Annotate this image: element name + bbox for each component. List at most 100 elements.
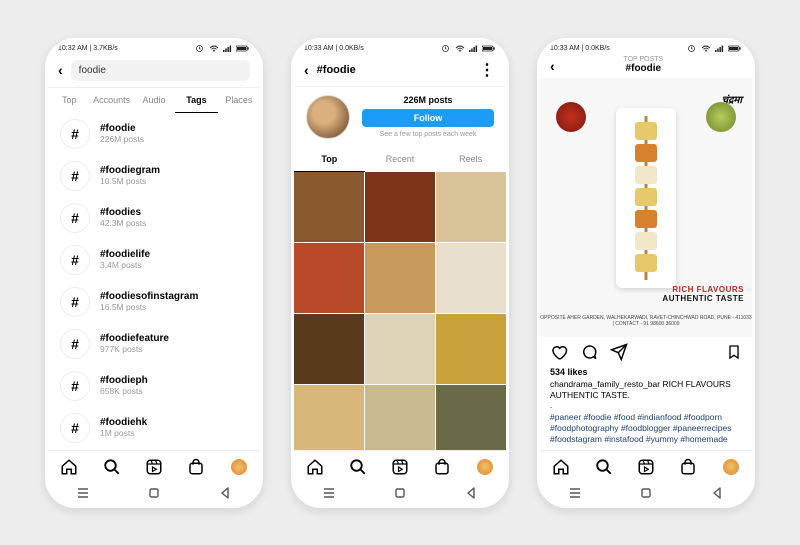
comment-icon[interactable]	[580, 343, 598, 361]
more-icon[interactable]: ⋮	[479, 60, 496, 80]
grid-cell[interactable]	[436, 385, 506, 450]
post-caption: chandrama_family_resto_bar RICH FLAVOURS…	[540, 377, 752, 401]
shop-icon[interactable]	[679, 458, 697, 476]
hash-icon: #	[60, 119, 90, 149]
hash-icon: #	[60, 287, 90, 317]
address-line: OPPOSITE AHER GARDEN, WALHEKARWADI, RAVE…	[540, 315, 752, 327]
page-title: #foodie	[555, 63, 732, 74]
status-bar: 10:33 AM | 0.0KB/s	[294, 41, 506, 54]
search-header: ‹	[48, 54, 260, 88]
wifi-icon	[209, 45, 219, 52]
search-icon[interactable]	[595, 458, 613, 476]
post-count: 226M posts	[403, 95, 452, 105]
grid-cell[interactable]	[365, 314, 435, 384]
bowl-green	[706, 102, 736, 132]
tag-count: 10.5M posts	[100, 176, 160, 186]
share-icon[interactable]	[610, 343, 628, 361]
profile-icon[interactable]	[230, 458, 248, 476]
sys-home-icon[interactable]	[639, 487, 653, 499]
bottom-nav	[540, 450, 752, 483]
profile-icon[interactable]	[722, 458, 740, 476]
list-item[interactable]: ##foodiefeature977K posts	[48, 323, 260, 365]
tag-name: #foodiegram	[100, 165, 160, 176]
shop-icon[interactable]	[433, 458, 451, 476]
sys-menu-icon[interactable]	[322, 487, 336, 499]
hash-icon: #	[60, 245, 90, 275]
list-item[interactable]: ##foodieph658K posts	[48, 365, 260, 407]
follow-button[interactable]: Follow	[362, 109, 494, 127]
reels-icon[interactable]	[637, 458, 655, 476]
phone-post: 10:33 AM | 0.0KB/s ‹ TOP POSTS #foodie	[537, 38, 755, 508]
reels-icon[interactable]	[391, 458, 409, 476]
top-posts-label: TOP POSTS	[555, 56, 732, 63]
hash-icon: #	[60, 329, 90, 359]
bottom-nav	[48, 450, 260, 483]
back-button[interactable]: ‹	[304, 62, 309, 78]
sys-menu-icon[interactable]	[76, 487, 90, 499]
reels-icon[interactable]	[145, 458, 163, 476]
tab-top[interactable]: Top	[294, 147, 365, 172]
grid-cell[interactable]	[436, 172, 506, 242]
grid-cell[interactable]	[365, 172, 435, 242]
tab-top[interactable]: Top	[48, 88, 90, 113]
tag-count: 977K posts	[100, 344, 169, 354]
grid-cell[interactable]	[294, 314, 364, 384]
search-input[interactable]	[71, 60, 250, 81]
back-button[interactable]: ‹	[58, 62, 63, 78]
grid-cell[interactable]	[294, 172, 364, 242]
slogan: RICH FLAVOURS AUTHENTIC TASTE	[662, 285, 744, 303]
grid-cell[interactable]	[365, 385, 435, 450]
search-icon[interactable]	[103, 458, 121, 476]
grid-cell[interactable]	[294, 243, 364, 313]
grid-cell[interactable]	[436, 314, 506, 384]
home-icon[interactable]	[60, 458, 78, 476]
status-bar: 10:33 AM | 0.0KB/s	[540, 41, 752, 54]
tag-name: #foodie	[100, 123, 144, 134]
tab-places[interactable]: Places	[218, 88, 260, 113]
home-icon[interactable]	[306, 458, 324, 476]
sys-menu-icon[interactable]	[568, 487, 582, 499]
grid-cell[interactable]	[365, 243, 435, 313]
list-item[interactable]: # #foodiegram10.5M posts	[48, 155, 260, 197]
tab-recent[interactable]: Recent	[365, 147, 436, 172]
grid-cell[interactable]	[294, 385, 364, 450]
bookmark-icon[interactable]	[726, 343, 742, 361]
list-item[interactable]: ##foodiesofinstagram16.5M posts	[48, 281, 260, 323]
system-nav	[48, 483, 260, 505]
status-time: 10:32 AM | 3.7KB/s	[58, 45, 118, 52]
sys-home-icon[interactable]	[393, 487, 407, 499]
list-item[interactable]: ##foodies42.3M posts	[48, 197, 260, 239]
hash-icon: #	[60, 161, 90, 191]
grid-cell[interactable]	[436, 243, 506, 313]
search-tabs: Top Accounts Audio Tags Places	[48, 88, 260, 113]
like-icon[interactable]	[550, 343, 568, 361]
status-icons	[442, 45, 496, 52]
list-item[interactable]: # #foodielife3.4M posts	[48, 239, 260, 281]
hashtag-tabs: Top Recent Reels	[294, 147, 506, 172]
sys-home-icon[interactable]	[147, 487, 161, 499]
post-image[interactable]: चंद्रमा RICH FLAVOURS AUTHENTIC TASTE OP…	[540, 78, 752, 338]
tab-tags[interactable]: Tags	[175, 88, 217, 113]
list-item[interactable]: ##foodiehk1M posts	[48, 407, 260, 449]
status-time: 10:33 AM | 0.0KB/s	[550, 45, 610, 52]
home-icon[interactable]	[552, 458, 570, 476]
search-icon[interactable]	[349, 458, 367, 476]
likes-count[interactable]: 534 likes	[540, 367, 752, 377]
tab-audio[interactable]: Audio	[133, 88, 175, 113]
sys-back-icon[interactable]	[464, 487, 478, 499]
caption-dot: .	[540, 401, 752, 410]
plate	[616, 108, 676, 288]
sys-back-icon[interactable]	[218, 487, 232, 499]
list-item[interactable]: ##foodie226M posts	[48, 113, 260, 155]
tag-count: 3.4M posts	[100, 260, 150, 270]
tab-accounts[interactable]: Accounts	[90, 88, 132, 113]
post-grid[interactable]	[294, 172, 506, 450]
tag-name: #foodiesofinstagram	[100, 291, 198, 302]
post-hashtags[interactable]: #paneer #foodie #food #indianfood #foodp…	[540, 410, 752, 449]
tag-name: #foodielife	[100, 249, 150, 260]
shop-icon[interactable]	[187, 458, 205, 476]
tab-reels[interactable]: Reels	[435, 147, 506, 172]
tag-list[interactable]: ##foodie226M posts##foodiegram10.5M post…	[48, 113, 260, 450]
profile-icon[interactable]	[476, 458, 494, 476]
sys-back-icon[interactable]	[710, 487, 724, 499]
